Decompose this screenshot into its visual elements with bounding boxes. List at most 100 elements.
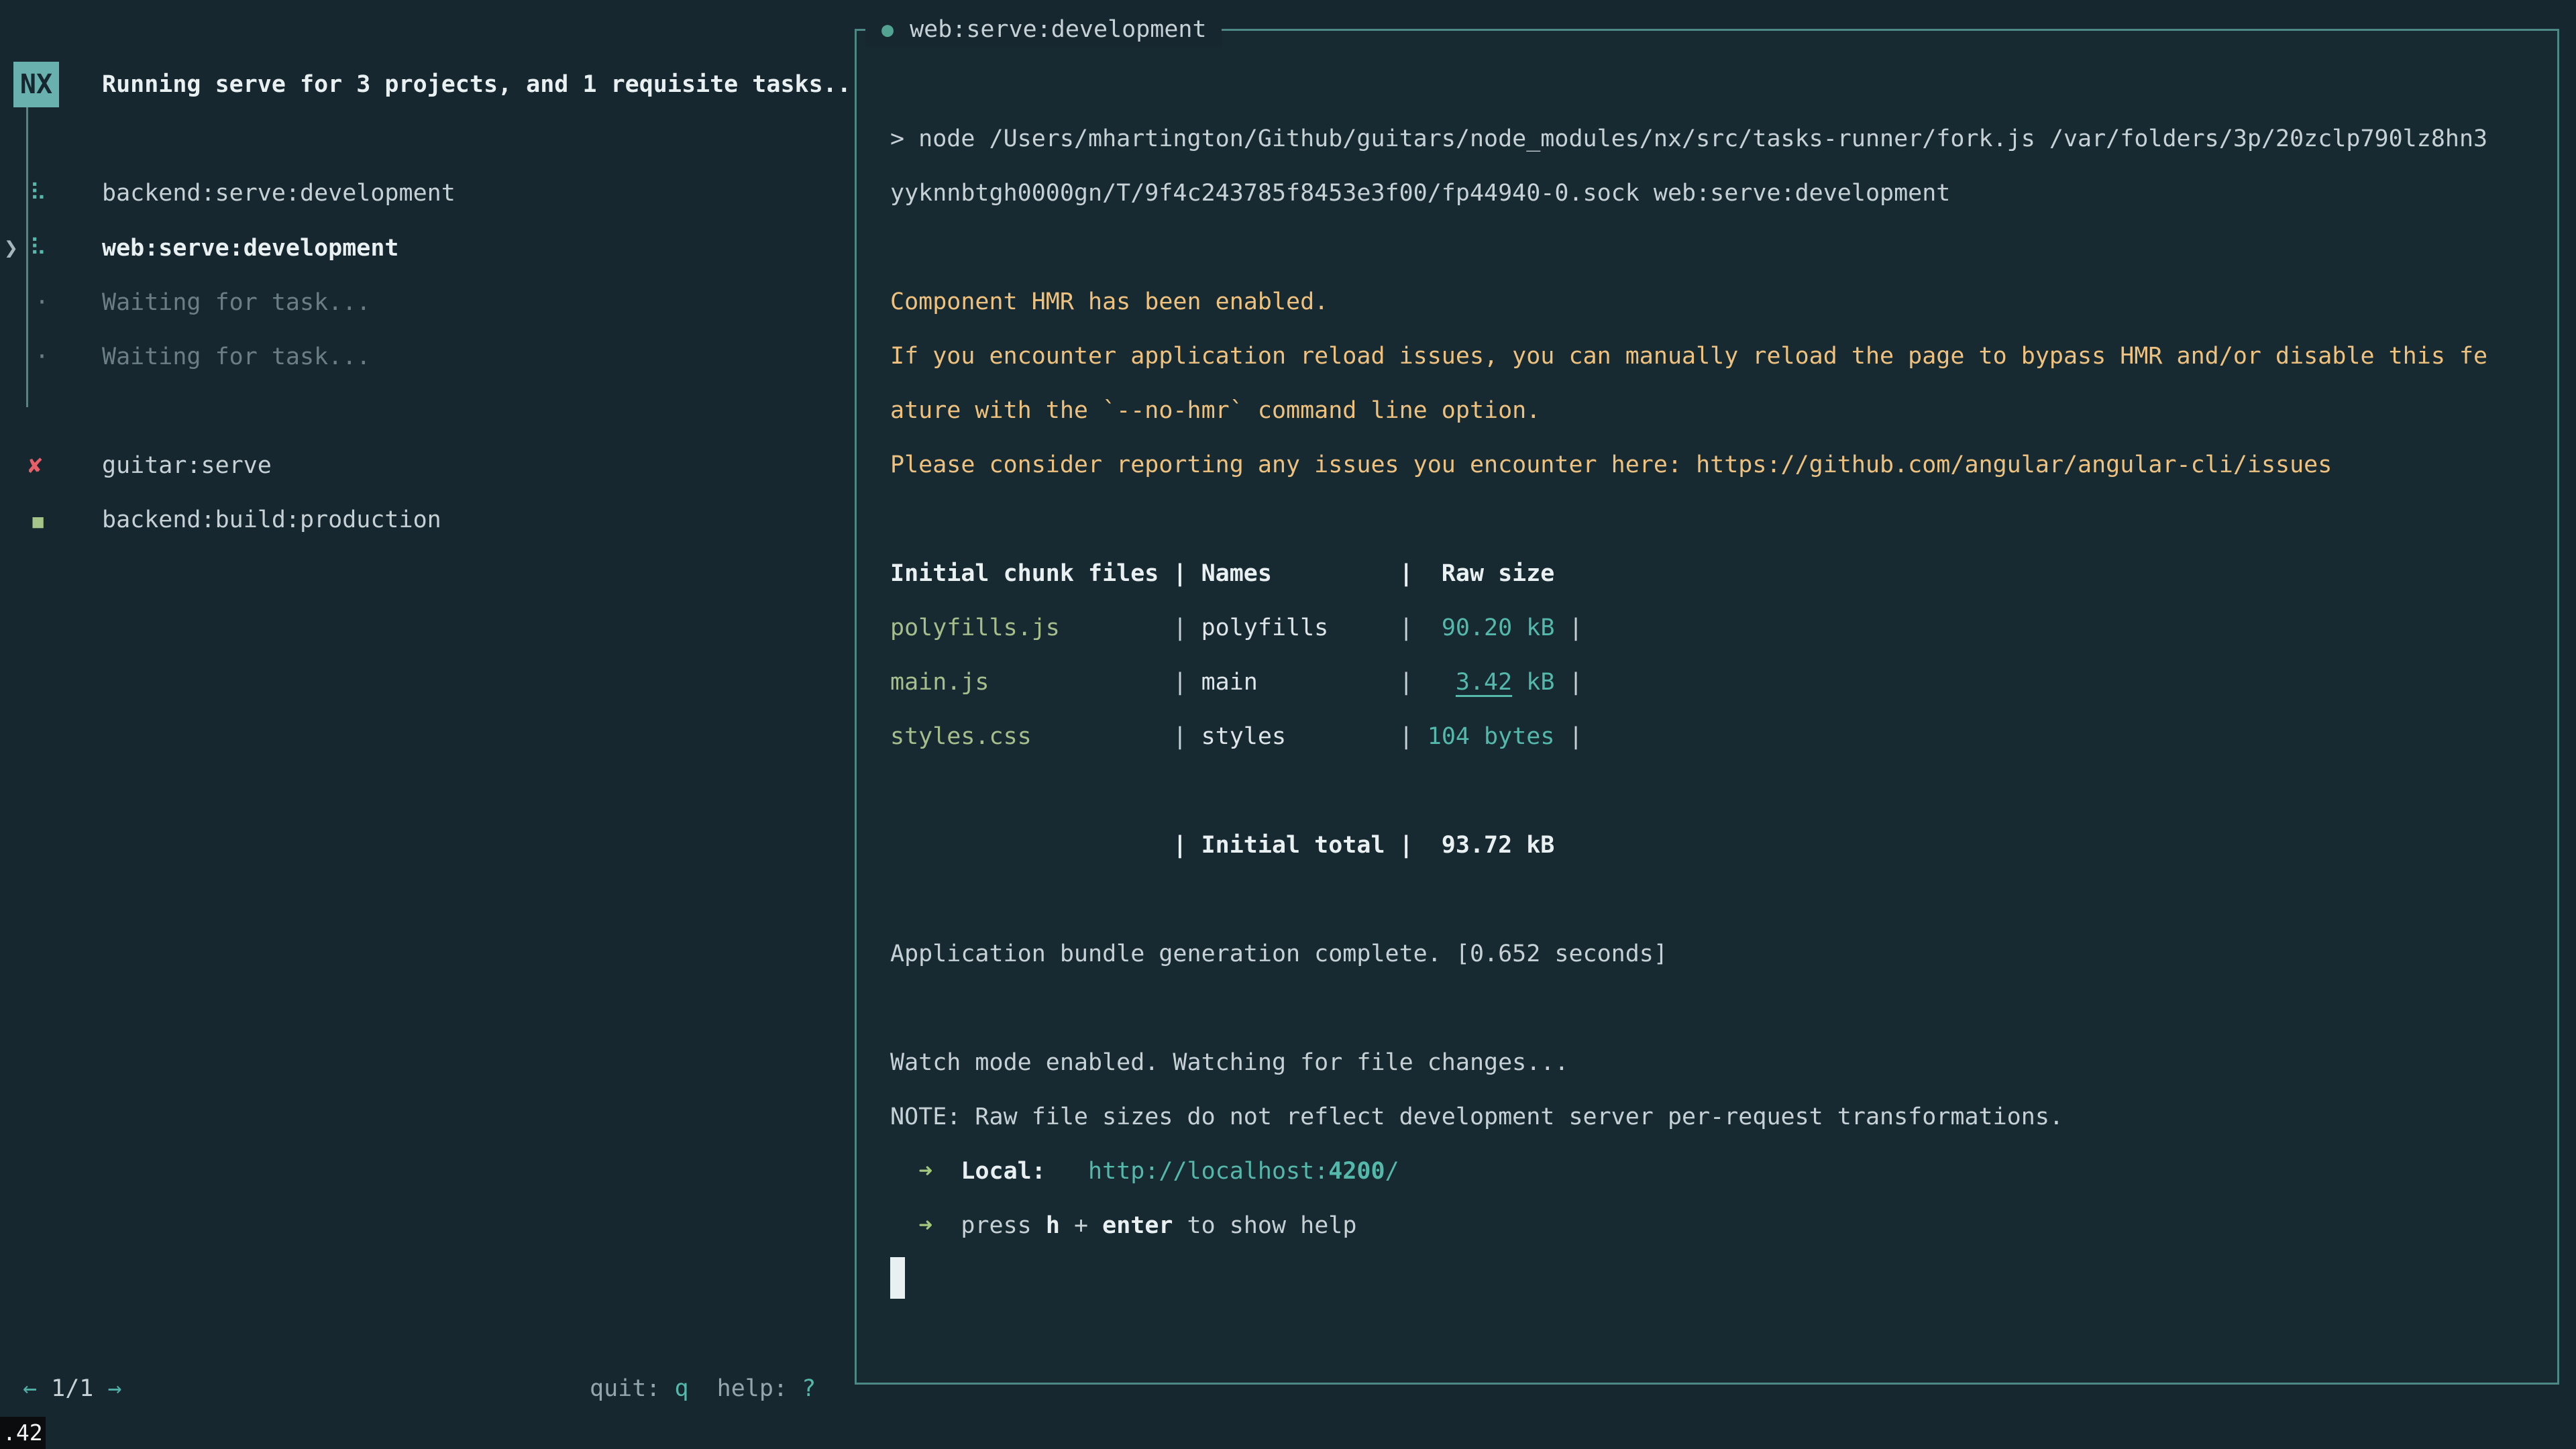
terminal-line: Component HMR has been enabled. <box>890 275 2487 329</box>
task-tree-line <box>26 107 28 407</box>
terminal-text-segment <box>1046 1158 1088 1185</box>
task-label: guitar:serve <box>102 439 272 493</box>
quit-hint-label: quit: <box>590 1375 674 1402</box>
spinner-icon: ⠧ <box>30 221 47 276</box>
terminal-text-segment: | <box>1060 614 1201 641</box>
pager-label: 1/1 <box>37 1375 107 1402</box>
terminal-line <box>890 492 2487 547</box>
terminal-line: If you encounter application reload issu… <box>890 329 2487 384</box>
task-label: web:serve:development <box>102 221 399 276</box>
terminal-text-segment: ➜ <box>918 1212 932 1239</box>
terminal-text-segment <box>890 1158 918 1185</box>
output-panel-title: web:serve:development <box>910 3 1207 57</box>
terminal-text-segment: Please consider reporting any issues you… <box>890 451 2332 478</box>
terminal-text-segment: styles.css <box>890 723 1032 750</box>
terminal-line <box>890 981 2487 1036</box>
terminal-text-segment: 104 bytes <box>1413 723 1555 750</box>
terminal-text-segment: | <box>1258 669 1413 696</box>
terminal-text-segment: | <box>989 669 1201 696</box>
cross-icon: ✘ <box>28 439 42 493</box>
spinner-icon: ⠧ <box>30 166 47 221</box>
dot-icon: · <box>35 330 49 384</box>
dot-icon: · <box>35 276 49 330</box>
terminal-line: Watch mode enabled. Watching for file ch… <box>890 1036 2487 1090</box>
terminal-text-segment: | <box>1554 614 1597 641</box>
terminal-line: | Initial total | 93.72 kB <box>890 818 2487 873</box>
terminal-line: yyknnbtgh0000gn/T/9f4c243785f8453e3f00/f… <box>890 166 2487 221</box>
terminal-text-segment: / <box>1385 1158 1399 1185</box>
task-label: backend:serve:development <box>102 166 455 221</box>
terminal-output: > node /Users/mhartington/Github/guitars… <box>890 112 2487 1307</box>
terminal-text-segment: + <box>1060 1212 1102 1239</box>
terminal-line: > node /Users/mhartington/Github/guitars… <box>890 112 2487 166</box>
terminal-line: main.js | main | 3.42 kB | <box>890 655 2487 710</box>
task-label: Waiting for task... <box>102 276 370 330</box>
terminal-text-segment: styles <box>1201 723 1286 750</box>
pager-next-icon[interactable]: → <box>107 1375 121 1402</box>
keyboard-hints: quit: q help: ? <box>590 1362 816 1416</box>
terminal-text-segment: polyfills.js <box>890 614 1060 641</box>
terminal-line: ature with the `--no-hmr` command line o… <box>890 384 2487 438</box>
terminal-text-segment: to show help <box>1173 1212 1356 1239</box>
terminal-text-segment: > node /Users/mhartington/Github/guitars… <box>890 125 2487 152</box>
overlay-badge: .42 <box>0 1417 46 1449</box>
terminal-text-segment: http://localhost: <box>1088 1158 1328 1185</box>
terminal-line: NOTE: Raw file sizes do not reflect deve… <box>890 1090 2487 1144</box>
terminal-text-segment: | <box>1032 723 1201 750</box>
terminal-text-segment: kB <box>1512 669 1554 696</box>
terminal-line: Please consider reporting any issues you… <box>890 438 2487 492</box>
terminal-text-segment: Application bundle generation complete. … <box>890 941 1668 967</box>
terminal-text-segment: polyfills <box>1201 614 1329 641</box>
terminal-text-segment: enter <box>1102 1212 1173 1239</box>
pager-prev-icon[interactable]: ← <box>23 1375 37 1402</box>
nx-tui-screen: NX Running serve for 3 projects, and 1 r… <box>0 0 2576 1449</box>
terminal-text-segment: 4200 <box>1328 1158 1385 1185</box>
app-title: Running serve for 3 projects, and 1 requ… <box>102 58 851 112</box>
terminal-text-segment: | Initial total | 93.72 kB <box>890 832 1554 859</box>
square-icon: ▪ <box>30 493 46 547</box>
terminal-text-segment: 90.20 kB <box>1413 614 1555 641</box>
terminal-text-segment: | <box>1286 723 1413 750</box>
terminal-text-segment: If you encounter application reload issu… <box>890 343 2487 370</box>
terminal-text-segment: Component HMR has been enabled. <box>890 288 1328 315</box>
terminal-line: polyfills.js | polyfills | 90.20 kB | <box>890 601 2487 655</box>
terminal-text-segment <box>890 1212 918 1239</box>
terminal-text-segment: Local: <box>961 1158 1045 1185</box>
help-hint-label: help: <box>689 1375 802 1402</box>
task-label: Waiting for task... <box>102 330 370 384</box>
terminal-text-segment: Watch mode enabled. Watching for file ch… <box>890 1049 1568 1076</box>
terminal-text-segment: | <box>1554 723 1597 750</box>
status-bullet-icon: ● <box>881 3 894 57</box>
terminal-text-segment: main <box>1201 669 1258 696</box>
terminal-cursor <box>890 1257 905 1299</box>
terminal-text-segment: NOTE: Raw file sizes do not reflect deve… <box>890 1104 2063 1130</box>
selected-task-caret-icon: ❯ <box>4 221 18 276</box>
terminal-line: ➜ press h + enter to show help <box>890 1199 2487 1253</box>
terminal-text-segment: main.js <box>890 669 989 696</box>
output-panel-header: ● web:serve:development <box>865 12 1222 47</box>
terminal-line <box>890 1253 2487 1307</box>
terminal-text-segment <box>932 1212 961 1239</box>
terminal-text-segment: ature with the `--no-hmr` command line o… <box>890 397 1540 424</box>
terminal-text-segment: yyknnbtgh0000gn/T/9f4c243785f8453e3f00/f… <box>890 180 1950 207</box>
terminal-line <box>890 221 2487 275</box>
terminal-text-segment: press <box>961 1212 1045 1239</box>
terminal-text-segment: | <box>1328 614 1413 641</box>
nx-logo: NX <box>13 62 59 107</box>
task-label: backend:build:production <box>102 493 441 547</box>
terminal-line <box>890 764 2487 818</box>
terminal-text-segment <box>1413 669 1456 696</box>
terminal-line <box>890 873 2487 927</box>
terminal-text-segment: h <box>1046 1212 1060 1239</box>
terminal-text-segment: 3.42 <box>1456 669 1512 696</box>
terminal-line: styles.css | styles | 104 bytes | <box>890 710 2487 764</box>
terminal-text-segment: Initial chunk files | Names | Raw size <box>890 560 1554 587</box>
quit-key: q <box>674 1375 688 1402</box>
terminal-line: Initial chunk files | Names | Raw size <box>890 547 2487 601</box>
terminal-line: Application bundle generation complete. … <box>890 927 2487 981</box>
terminal-text-segment: | <box>1554 669 1597 696</box>
pager: ← 1/1 → <box>23 1362 122 1416</box>
terminal-text-segment: ➜ <box>918 1158 932 1185</box>
help-key: ? <box>802 1375 816 1402</box>
terminal-line: ➜ Local: http://localhost:4200/ <box>890 1144 2487 1199</box>
